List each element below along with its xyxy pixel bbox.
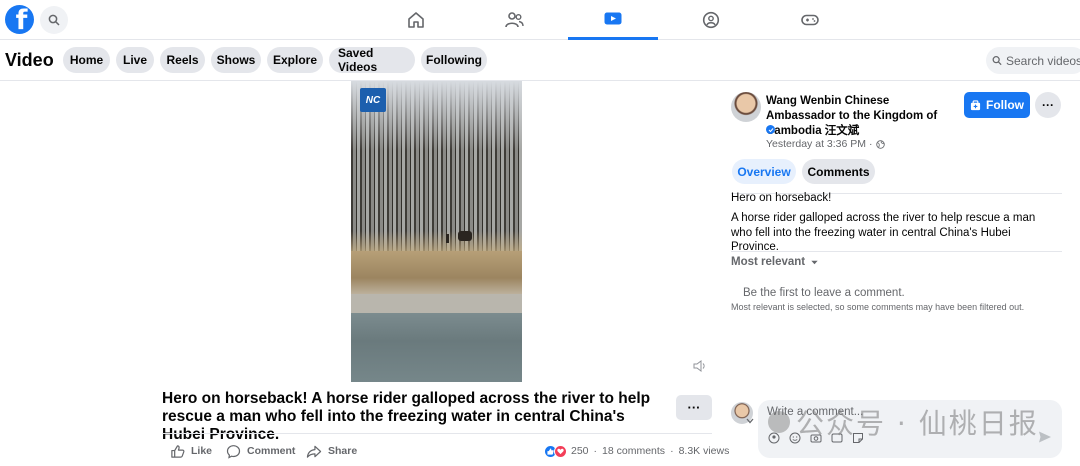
pill-shows[interactable]: Shows [211,47,261,73]
video-frame-horse [458,231,472,241]
no-comments-message: Be the first to leave a comment. [743,287,905,299]
comment-sort-dropdown[interactable]: Most relevant [731,256,819,268]
caret-down-icon [811,260,818,264]
divider [162,433,712,434]
post-more-button[interactable]: ··· [676,395,712,420]
watermark: 公众号 · 仙桃日报 [768,402,1039,442]
pill-live[interactable]: Live [116,47,154,73]
nav-tab-video[interactable] [568,0,658,40]
verified-badge-icon [766,125,775,134]
follow-page-icon [970,99,981,110]
send-icon[interactable] [1038,430,1052,444]
wechat-icon [768,411,790,433]
post-description: A horse rider galloped across the river … [731,212,1036,253]
comments-count[interactable]: 18 comments [602,445,665,457]
globe-icon [875,139,885,149]
like-icon [171,444,185,458]
tab-comments[interactable]: Comments [802,159,875,184]
search-icon [992,56,1002,66]
top-navigation-bar: f [0,0,1080,40]
friends-icon [505,12,524,28]
nav-tab-groups[interactable] [666,0,756,40]
tab-overview[interactable]: Overview [732,159,796,184]
pill-saved-videos[interactable]: Saved Videos [329,46,415,74]
post-stats: 250 · 18 comments · 8.3K views [544,443,729,459]
share-button[interactable]: Share [306,443,357,459]
comment-button[interactable]: Comment [226,443,295,459]
video-search[interactable] [986,47,1080,74]
filter-note: Most relevant is selected, so some comme… [731,302,1025,312]
nav-tab-friends[interactable] [469,0,559,40]
love-reaction-icon [554,444,567,458]
video-frame-river [351,313,522,382]
author-avatar[interactable] [731,92,761,122]
video-frame-riverbank [351,251,522,296]
groups-icon [702,11,720,29]
comment-icon [226,444,241,459]
video-caption: Hero on horseback! A horse rider gallope… [162,390,651,443]
gaming-icon [801,14,819,26]
pill-following[interactable]: Following [421,47,487,73]
facebook-logo[interactable]: f [5,5,34,34]
divider [731,251,1062,252]
pill-home[interactable]: Home [63,47,110,73]
like-button[interactable]: Like [170,443,212,459]
reactions-count[interactable]: 250 [571,445,589,457]
chevron-down-icon[interactable] [746,418,754,424]
search-icon [48,14,60,26]
pill-explore[interactable]: Explore [267,47,323,73]
views-count: 8.3K views [678,445,730,457]
video-header: Video Home Live Reels Shows Explore Save… [0,40,1080,81]
nav-tab-home[interactable] [371,0,461,40]
home-icon [408,12,424,28]
channel-logo: NC [360,88,386,112]
panel-more-button[interactable]: ··· [1035,92,1061,118]
page-title: Video [5,50,54,70]
post-timestamp[interactable]: Yesterday at 3:36 PM · [766,138,885,150]
share-icon [306,445,322,458]
post-title: Hero on horseback! [731,192,832,204]
pill-reels[interactable]: Reels [160,47,205,73]
nav-tab-gaming[interactable] [765,0,855,40]
follow-button[interactable]: Follow [964,92,1030,118]
video-player[interactable] [351,81,522,382]
author-name[interactable]: Wang Wenbin Chinese Ambassador to the Ki… [766,94,956,139]
volume-icon[interactable] [692,358,708,374]
video-icon [604,12,622,24]
search-button[interactable] [40,6,68,34]
search-videos-input[interactable] [1006,53,1080,68]
